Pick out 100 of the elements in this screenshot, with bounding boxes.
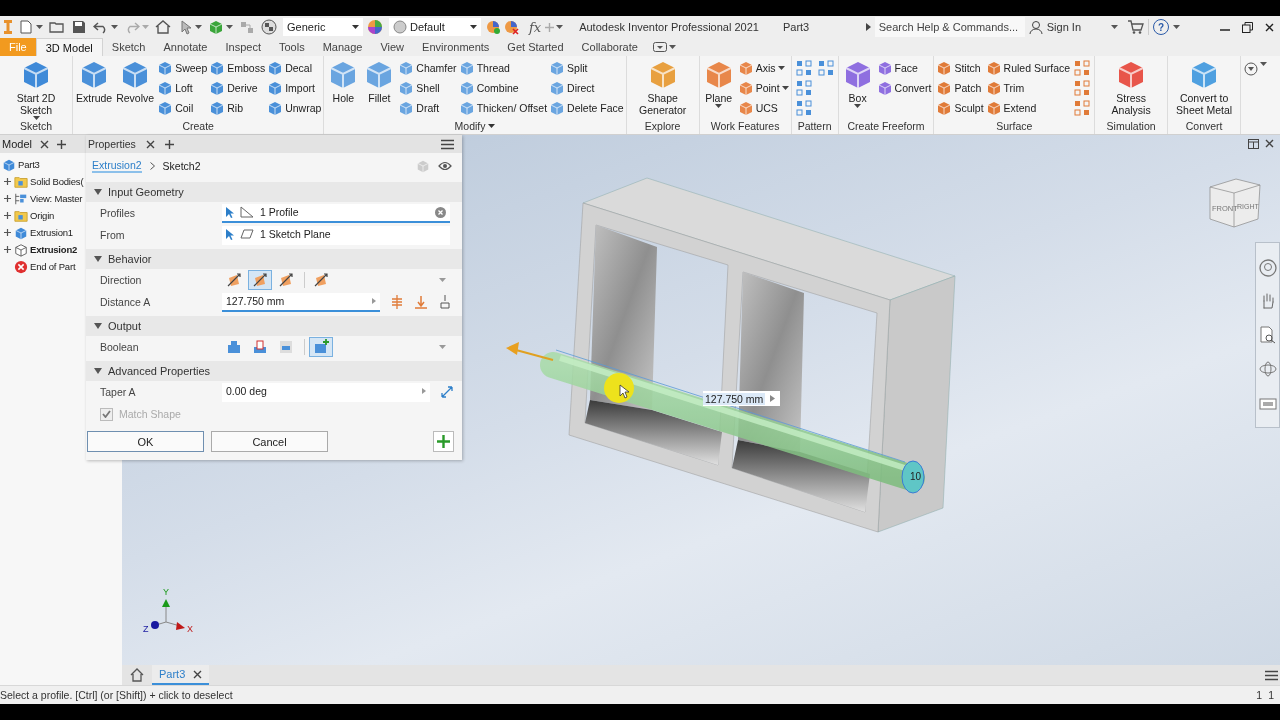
field-label: Boolean <box>100 341 140 353</box>
ribbon-button[interactable]: Split <box>549 58 624 78</box>
tree-item[interactable]: Part3 <box>18 159 40 170</box>
ribbon-button[interactable]: Fillet <box>362 58 397 104</box>
section-header[interactable]: Output <box>86 316 462 336</box>
group-label: Sketch <box>19 120 53 132</box>
ribbon-button[interactable]: Revolve <box>115 58 156 104</box>
status-count: 1 <box>1268 689 1274 701</box>
document-title: Part3 <box>782 21 810 33</box>
tree-item[interactable]: Solid Bodies( <box>30 176 84 187</box>
ribbon-button[interactable]: Thread <box>458 58 548 78</box>
ribbon-button[interactable]: Extrude <box>75 58 114 104</box>
ribbon-button[interactable]: Start 2D Sketch <box>2 58 70 120</box>
ribbon-tab[interactable]: Get Started <box>498 38 573 56</box>
breadcrumb-link[interactable]: Extrusion2 <box>92 159 142 173</box>
group-label: Create Freeform <box>847 120 925 132</box>
tree-item[interactable]: View: Master <box>30 193 83 204</box>
app-title: Autodesk Inventor Professional 2021 <box>579 21 759 33</box>
ribbon-button[interactable]: Point <box>737 78 789 98</box>
ribbon-button[interactable]: Derive <box>209 78 266 98</box>
ribbon-button[interactable]: Direct <box>549 78 624 98</box>
section-header[interactable]: Advanced Properties <box>86 361 462 381</box>
ribbon-button[interactable]: Shell <box>398 78 457 98</box>
ribbon-button[interactable]: Combine <box>458 78 548 98</box>
breadcrumb-item: Sketch2 <box>162 160 201 172</box>
group-label: Surface <box>996 120 1033 132</box>
sign-in-link[interactable]: Sign In <box>1046 21 1081 33</box>
ribbon-button[interactable]: Convert to Sheet Metal <box>1170 58 1239 116</box>
tree-item[interactable]: Extrusion1 <box>30 227 73 238</box>
group-label: Pattern <box>797 120 832 132</box>
field-label: From <box>100 229 126 241</box>
ribbon-button[interactable]: Plane <box>701 58 736 108</box>
ribbon-button[interactable]: Coil <box>157 98 208 118</box>
axis-label: Y <box>163 587 169 597</box>
ribbon-button[interactable]: Ruled Surface <box>985 58 1071 78</box>
selection-field[interactable]: 1 Profile <box>222 203 450 223</box>
ribbon-button[interactable]: Sculpt <box>936 98 984 118</box>
ribbon-tab[interactable]: View <box>371 38 414 56</box>
ribbon-button[interactable]: Convert <box>876 78 932 98</box>
ribbon-button[interactable]: Patch <box>936 78 984 98</box>
status-count: 1 <box>1256 689 1263 701</box>
panel-tab[interactable]: Model <box>2 138 32 150</box>
profile-label: 10 <box>910 471 922 482</box>
panel-tab[interactable]: Properties <box>88 138 136 150</box>
ribbon-button[interactable]: Decal <box>267 58 322 78</box>
ribbon-button[interactable]: Import <box>267 78 322 98</box>
ribbon-tab[interactable]: Annotate <box>154 38 217 56</box>
tree-item[interactable]: Extrusion2 <box>30 244 78 255</box>
ribbon-tab[interactable]: Manage <box>313 38 372 56</box>
field-label: Profiles <box>100 207 136 219</box>
ribbon-button[interactable]: Stress Analysis <box>1097 58 1166 116</box>
value-field[interactable]: 127.750 mm <box>222 292 380 312</box>
axis-label: X <box>187 624 193 634</box>
ribbon-button[interactable]: Delete Face <box>549 98 624 118</box>
ribbon-button[interactable]: Extend <box>985 98 1071 118</box>
checkbox-label: Match Shape <box>119 408 181 420</box>
ribbon-tab[interactable]: Tools <box>269 38 314 56</box>
tree-item[interactable]: Origin <box>30 210 55 221</box>
group-label: Create <box>182 120 214 132</box>
ribbon-button[interactable]: Face <box>876 58 932 78</box>
ribbon-tab[interactable]: Collaborate <box>572 38 647 56</box>
ribbon-button[interactable]: Thicken/ Offset <box>458 98 548 118</box>
selection-field[interactable]: 1 Sketch Plane <box>222 225 450 245</box>
ribbon-button[interactable]: Chamfer <box>398 58 457 78</box>
ribbon-button[interactable]: Draft <box>398 98 457 118</box>
dimension-field[interactable]: 127.750 mm <box>703 391 781 406</box>
ribbon-button[interactable]: Loft <box>157 78 208 98</box>
material-dropdown[interactable]: Generic <box>283 18 363 36</box>
ribbon-button[interactable]: Shape Generator <box>628 58 697 116</box>
field-label: Distance A <box>100 296 152 308</box>
ribbon-button[interactable]: Axis <box>737 58 789 78</box>
dialog-button[interactable]: OK <box>87 431 204 452</box>
dialog-button[interactable]: Cancel <box>211 431 328 452</box>
ribbon-button[interactable]: Hole <box>326 58 361 104</box>
status-text: Select a profile. [Ctrl] (or [Shift]) + click to deselect <box>0 689 233 701</box>
search-field[interactable]: Search Help & Commands... <box>874 17 1025 37</box>
parameters-button[interactable]: fx <box>529 19 542 35</box>
appearance-dropdown[interactable]: Default <box>389 18 481 36</box>
group-label: Explore <box>644 120 681 132</box>
ribbon-button[interactable]: Stitch <box>936 58 984 78</box>
ribbon-button[interactable]: UCS <box>737 98 789 118</box>
group-label: Modify <box>454 120 486 132</box>
value-field[interactable]: 0.00 deg <box>222 382 430 402</box>
ribbon-button[interactable]: Unwrap <box>267 98 322 118</box>
ribbon-tab[interactable]: Sketch <box>102 38 155 56</box>
ribbon-button[interactable]: Box <box>840 58 875 108</box>
section-header[interactable]: Input Geometry <box>86 182 462 202</box>
ribbon-tab[interactable]: Environments <box>413 38 499 56</box>
ribbon-tab[interactable]: Inspect <box>216 38 270 56</box>
ribbon-button[interactable]: Trim <box>985 78 1071 98</box>
ribbon-button[interactable]: Rib <box>209 98 266 118</box>
document-tab[interactable]: Part3 <box>152 665 210 685</box>
field-label: Taper A <box>100 386 137 398</box>
ribbon-button[interactable]: Emboss <box>209 58 266 78</box>
group-label: Simulation <box>1106 120 1156 132</box>
tree-item[interactable]: End of Part <box>30 261 76 272</box>
section-header[interactable]: Behavior <box>86 249 462 269</box>
ribbon-tab[interactable]: 3D Model <box>35 38 103 56</box>
ribbon-button[interactable]: Sweep <box>157 58 208 78</box>
axis-label: Z <box>143 624 149 634</box>
